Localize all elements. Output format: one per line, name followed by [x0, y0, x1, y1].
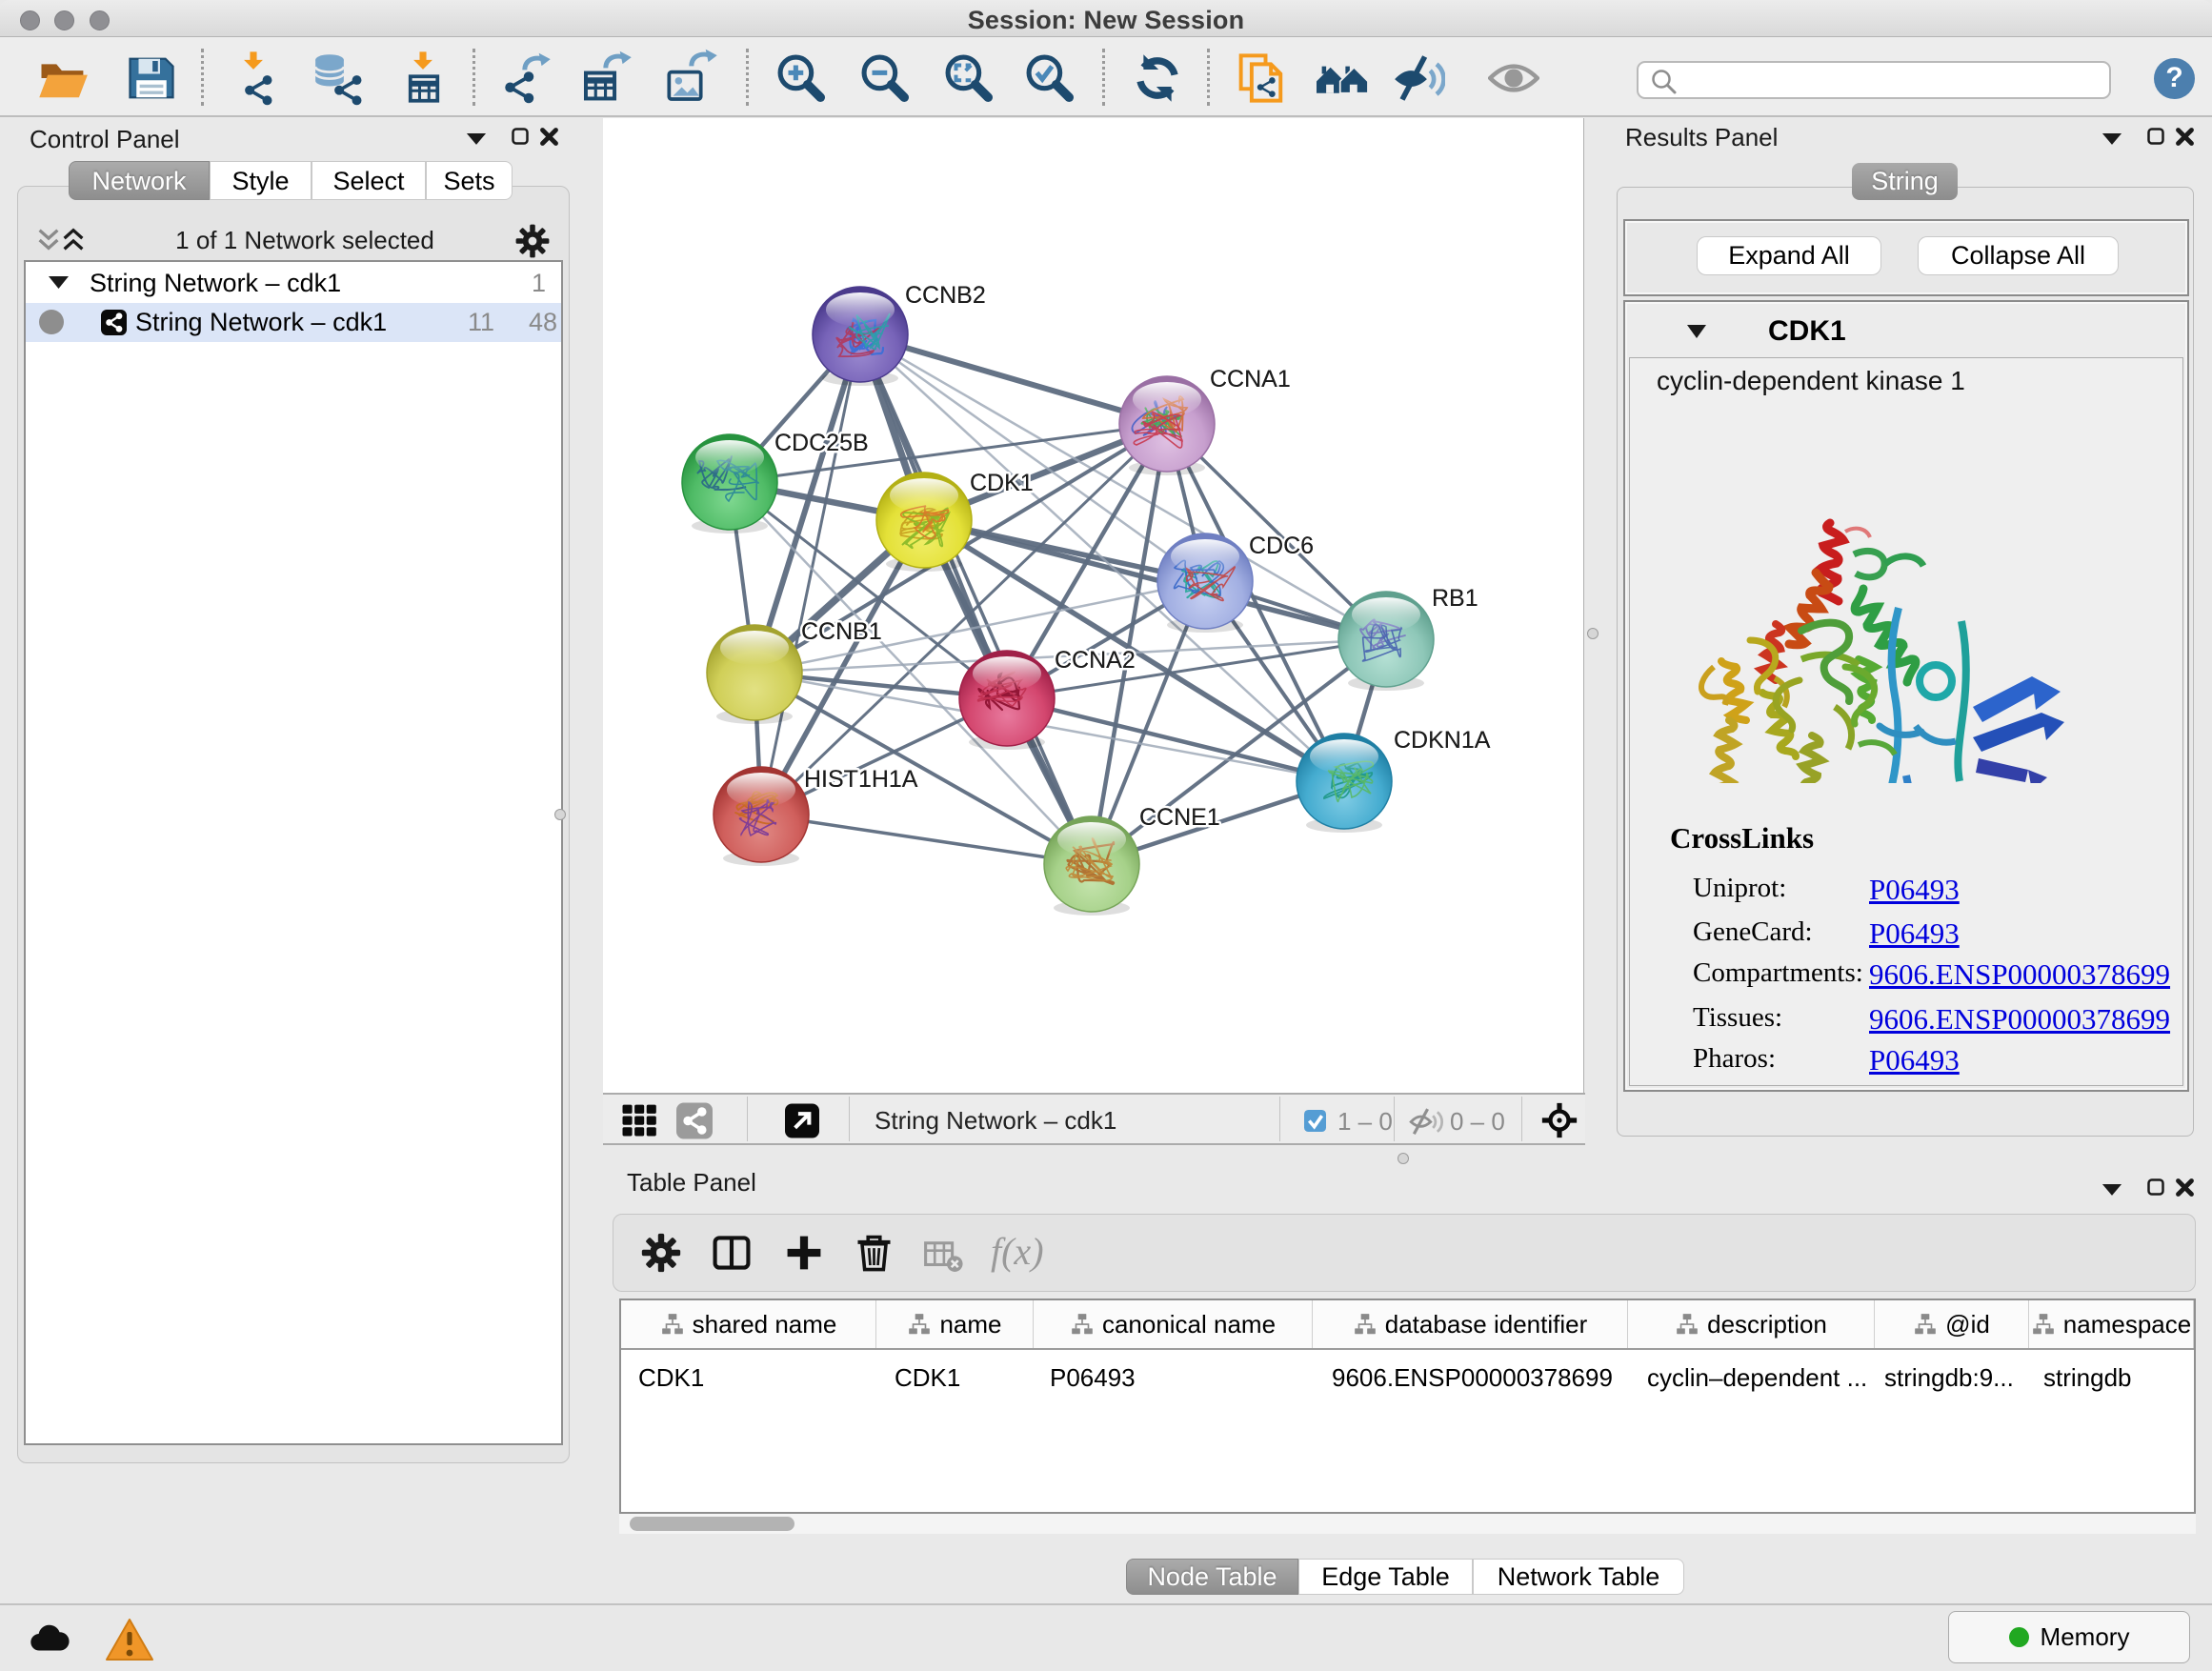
svg-text:CDK1: CDK1	[970, 470, 1034, 496]
svg-text:CDC6: CDC6	[1249, 533, 1314, 559]
svg-text:CDKN1A: CDKN1A	[1394, 727, 1491, 754]
svg-text:CCNA1: CCNA1	[1210, 366, 1291, 393]
svg-text:CCNA2: CCNA2	[1055, 647, 1136, 674]
svg-text:RB1: RB1	[1432, 585, 1478, 612]
svg-text:CCNE1: CCNE1	[1139, 804, 1220, 831]
svg-text:CDC25B: CDC25B	[774, 430, 869, 456]
svg-text:HIST1H1A: HIST1H1A	[804, 766, 918, 793]
svg-text:CCNB1: CCNB1	[801, 618, 882, 645]
svg-text:CCNB2: CCNB2	[905, 282, 986, 309]
